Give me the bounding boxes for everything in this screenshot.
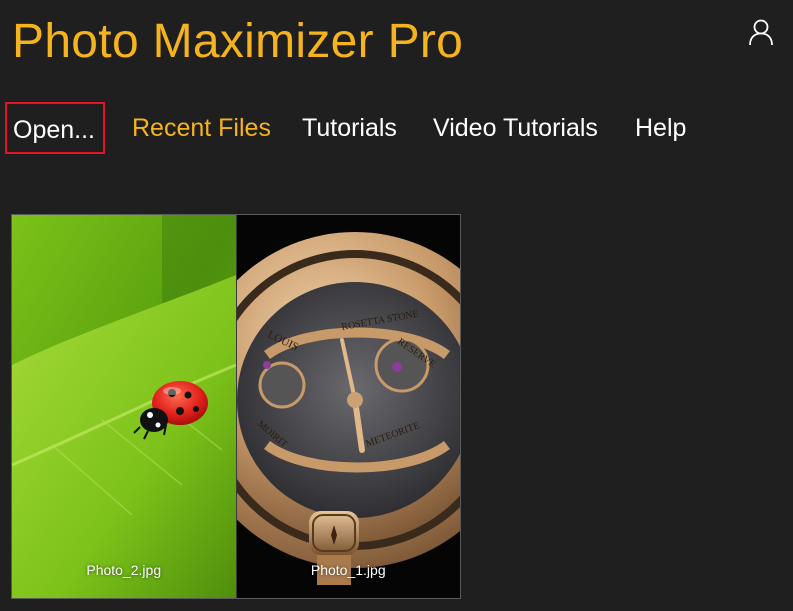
ladybug-thumbnail [12,215,236,598]
file-name: Photo_1.jpg [310,562,386,578]
nav-item-tutorials-label: Tutorials [302,114,397,142]
user-icon[interactable] [748,18,774,46]
app-window: Photo Maximizer Pro Open... Recent Files… [0,0,793,611]
watch-thumbnail: LOUIS ROSETTA STONE RESERVE METEORITE MO… [236,215,460,598]
recent-file-tile-photo-2[interactable]: Photo_2.jpg [12,215,236,598]
nav-item-open-label: Open... [13,116,95,144]
nav-item-tutorials[interactable]: Tutorials [302,102,397,154]
app-title: Photo Maximizer Pro [12,15,464,68]
file-name: Photo_2.jpg [86,562,162,578]
nav-item-recent-files-label: Recent Files [132,114,271,142]
recent-files-grid: Photo_2.jpg LOUIS ROSETTA STONE RESERVE … [11,214,461,599]
nav-item-video-tutorials[interactable]: Video Tutorials [433,102,598,154]
main-nav: Open... Recent Files Tutorials Video Tut… [0,102,793,154]
recent-file-tile-photo-1[interactable]: LOUIS ROSETTA STONE RESERVE METEORITE MO… [235,215,460,598]
nav-item-recent-files[interactable]: Recent Files [132,102,271,154]
nav-item-help-label: Help [635,114,687,142]
nav-item-open[interactable]: Open... [5,102,105,154]
nav-item-video-tutorials-label: Video Tutorials [433,114,598,142]
nav-item-help[interactable]: Help [635,102,686,154]
